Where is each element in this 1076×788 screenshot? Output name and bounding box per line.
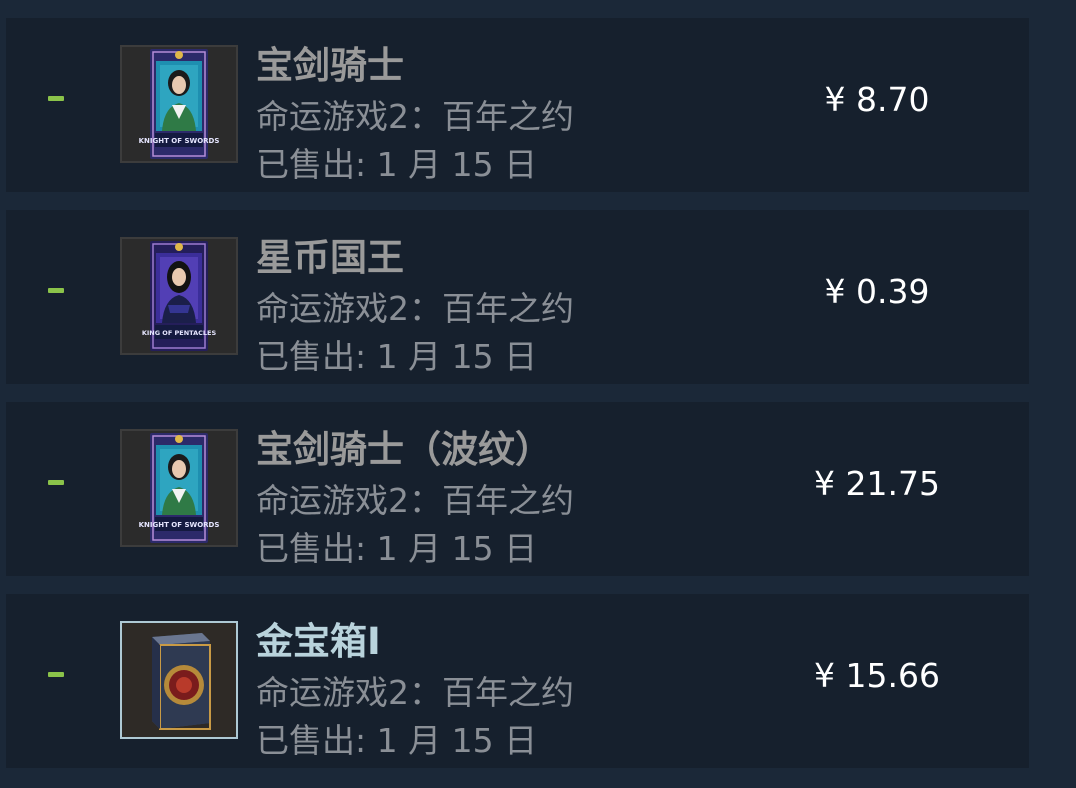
item-game: 命运游戏2：百年之约 bbox=[256, 289, 574, 328]
item-sold-date: 已售出: 1 月 15 日 bbox=[256, 529, 538, 568]
list-item[interactable]: KING OF PENTACLES 星币国王 命运游戏2：百年之约 已售出: 1… bbox=[6, 210, 1029, 384]
item-thumbnail[interactable]: KNIGHT OF SWORDS bbox=[120, 429, 238, 547]
list-item[interactable]: KNIGHT OF SWORDS 宝剑骑士 命运游戏2：百年之约 已售出: 1 … bbox=[6, 18, 1029, 192]
svg-text:KNIGHT OF SWORDS: KNIGHT OF SWORDS bbox=[139, 137, 220, 145]
tarot-card-icon: KNIGHT OF SWORDS bbox=[122, 47, 236, 161]
tarot-card-icon: KNIGHT OF SWORDS bbox=[122, 431, 236, 545]
treasure-box-icon bbox=[122, 623, 236, 737]
item-thumbnail[interactable]: KNIGHT OF SWORDS bbox=[120, 45, 238, 163]
status-dash-icon bbox=[48, 288, 64, 293]
status-dash-icon bbox=[48, 480, 64, 485]
item-name[interactable]: 金宝箱I bbox=[256, 618, 381, 666]
item-sold-date: 已售出: 1 月 15 日 bbox=[256, 721, 538, 760]
item-price: ¥ 15.66 bbox=[814, 656, 940, 695]
list-item[interactable]: 金宝箱I 命运游戏2：百年之约 已售出: 1 月 15 日 ¥ 15.66 bbox=[6, 594, 1029, 768]
item-name[interactable]: 宝剑骑士 bbox=[256, 42, 404, 90]
item-game: 命运游戏2：百年之约 bbox=[256, 97, 574, 136]
item-name[interactable]: 星币国王 bbox=[256, 234, 404, 282]
item-thumbnail[interactable]: KING OF PENTACLES bbox=[120, 237, 238, 355]
item-price: ¥ 8.70 bbox=[824, 80, 930, 119]
status-dash-icon bbox=[48, 672, 64, 677]
item-name[interactable]: 宝剑骑士（波纹） bbox=[256, 426, 552, 474]
svg-text:KNIGHT OF SWORDS: KNIGHT OF SWORDS bbox=[139, 521, 220, 529]
item-thumbnail[interactable] bbox=[120, 621, 238, 739]
list-item[interactable]: KNIGHT OF SWORDS 宝剑骑士（波纹） 命运游戏2：百年之约 已售出… bbox=[6, 402, 1029, 576]
item-sold-date: 已售出: 1 月 15 日 bbox=[256, 337, 538, 376]
item-game: 命运游戏2：百年之约 bbox=[256, 673, 574, 712]
item-sold-date: 已售出: 1 月 15 日 bbox=[256, 145, 538, 184]
item-price: ¥ 21.75 bbox=[814, 464, 940, 503]
tarot-card-icon: KING OF PENTACLES bbox=[122, 239, 236, 353]
item-price: ¥ 0.39 bbox=[824, 272, 930, 311]
status-dash-icon bbox=[48, 96, 64, 101]
svg-text:KING OF PENTACLES: KING OF PENTACLES bbox=[142, 329, 217, 337]
item-game: 命运游戏2：百年之约 bbox=[256, 481, 574, 520]
sold-items-list: KNIGHT OF SWORDS 宝剑骑士 命运游戏2：百年之约 已售出: 1 … bbox=[6, 18, 1029, 768]
